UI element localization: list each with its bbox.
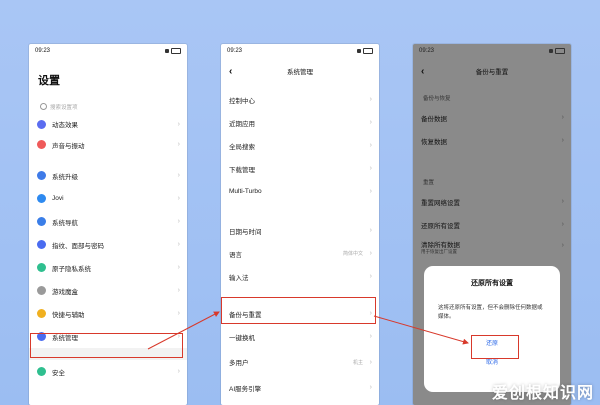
chevron-right-icon: › (369, 358, 372, 366)
dialog-message: 这将还原所有设置，但不会删除任何数据或媒体。 (438, 305, 543, 320)
chevron-right-icon: › (369, 188, 372, 195)
menu-item-recent-apps[interactable]: 近期应用 › (221, 111, 379, 134)
menu-item-phone-clone[interactable]: 一键换机 › (221, 325, 379, 348)
chevron-right-icon: › (177, 172, 180, 179)
system-management-screen: 09:23 ‹ 系统管理 控制中心 › 近期应用 › 全局搜索 › 下载管理 › Mul… (221, 44, 379, 405)
chevron-right-icon: › (177, 287, 180, 294)
language-value: 简体中文 (342, 251, 363, 257)
battery-icon (555, 48, 565, 54)
status-time: 09:23 (419, 48, 435, 54)
restore-settings-dialog: 还原所有设置 这将还原所有设置，但不会删除任何数据或媒体。 还原 取消 (424, 266, 560, 392)
menu-item-input-method[interactable]: 输入法 › (221, 265, 379, 288)
battery-icon (171, 48, 181, 54)
status-time: 09:23 (35, 48, 51, 54)
game-icon (37, 286, 46, 295)
menu-item-multi-turbo[interactable]: Multi-Turbo › (221, 180, 379, 203)
status-bar: 09:23 (221, 44, 379, 58)
clear-data-hint: 用于恢复出厂设置 (421, 249, 457, 254)
search-icon (40, 103, 47, 110)
highlight-backup-reset (221, 297, 376, 324)
menu-item-ai-engine[interactable]: AI服务引擎 › (221, 376, 379, 399)
section-reset: 重置 (423, 180, 435, 186)
section-backup-restore: 备份与恢复 (423, 96, 451, 102)
chevron-right-icon: › (369, 273, 372, 280)
chevron-right-icon: › (177, 120, 180, 128)
menu-item-backup-data[interactable]: 备份数据 › (413, 106, 571, 129)
security-icon (37, 367, 46, 376)
status-time: 09:23 (227, 48, 243, 54)
jovi-icon (37, 194, 46, 203)
watermark: 爱创根知识网 (491, 385, 594, 402)
menu-item-global-search[interactable]: 全局搜索 › (221, 134, 379, 157)
chevron-right-icon: › (561, 198, 564, 205)
multi-user-value: 机主 (352, 359, 363, 366)
signal-icon (357, 49, 361, 53)
chevron-right-icon: › (369, 142, 372, 149)
chevron-right-icon: › (369, 96, 372, 103)
fingerprint-icon (37, 240, 46, 249)
chevron-right-icon: › (177, 141, 180, 148)
chevron-right-icon: › (561, 221, 564, 228)
chevron-right-icon: › (177, 310, 180, 317)
back-arrow-icon[interactable]: ‹ (421, 66, 424, 77)
shortcut-icon (37, 309, 46, 318)
menu-item-multi-user[interactable]: 多用户 机主 › (221, 348, 379, 376)
motion-icon (37, 119, 46, 129)
signal-icon (549, 49, 553, 53)
search-input[interactable]: 搜索设置项 (37, 100, 179, 113)
menu-item-date-time[interactable]: 日期与时间 › (221, 219, 379, 242)
menu-item-restore-all-settings[interactable]: 还原所有设置 › (413, 213, 571, 236)
page-title: 设置 (38, 75, 60, 87)
settings-item-upgrade[interactable]: 系统升级 › (29, 164, 187, 187)
chevron-right-icon: › (177, 368, 180, 375)
dialog-title: 还原所有设置 (471, 280, 513, 287)
settings-item-privacy[interactable]: 原子隐私系统 › (29, 256, 187, 279)
page-title: 备份与重置 (475, 69, 509, 76)
chevron-right-icon: › (177, 218, 180, 225)
chevron-right-icon: › (369, 333, 372, 340)
chevron-right-icon: › (561, 114, 564, 121)
chevron-right-icon: › (177, 195, 180, 202)
chevron-right-icon: › (369, 250, 372, 257)
battery-icon (363, 48, 373, 54)
nav-bar: ‹ 系统管理 (221, 58, 379, 84)
menu-item-restore-data[interactable]: 恢复数据 › (413, 129, 571, 152)
chevron-right-icon: › (177, 264, 180, 271)
chevron-right-icon: › (177, 241, 180, 248)
nav-bar: ‹ 备份与重置 (413, 58, 571, 84)
status-bar: 09:23 (29, 44, 187, 58)
settings-item-game[interactable]: 游戏魔盒 › (29, 279, 187, 302)
settings-item-security[interactable]: 安全 › (29, 360, 187, 383)
chevron-right-icon: › (369, 384, 372, 391)
navigation-icon (37, 217, 46, 226)
upgrade-icon (37, 171, 46, 180)
settings-item-motion[interactable]: 动态效果 › (29, 115, 187, 133)
page-title: 系统管理 (287, 69, 313, 76)
privacy-icon (37, 263, 46, 272)
menu-item-download-manager[interactable]: 下载管理 › (221, 157, 379, 180)
menu-item-reset-network[interactable]: 重置网络设置 › (413, 190, 571, 213)
chevron-right-icon: › (369, 165, 372, 172)
menu-item-control-center[interactable]: 控制中心 › (221, 88, 379, 111)
signal-icon (165, 49, 169, 53)
settings-item-navigation[interactable]: 系统导航 › (29, 210, 187, 233)
sound-icon (37, 140, 46, 149)
back-arrow-icon[interactable]: ‹ (229, 66, 232, 77)
chevron-right-icon: › (561, 137, 564, 144)
status-bar: 09:23 (413, 44, 571, 58)
menu-item-language[interactable]: 语言 简体中文 › (221, 242, 379, 265)
menu-item-clear-all-data[interactable]: 清除所有数据 用于恢复出厂设置 › (413, 236, 571, 258)
settings-item-fingerprint[interactable]: 指纹、面部与密码 › (29, 233, 187, 256)
highlight-restore-button (471, 335, 519, 359)
chevron-right-icon: › (561, 242, 564, 249)
settings-item-sound[interactable]: 声音与振动 › (29, 133, 187, 156)
highlight-system-management (30, 333, 183, 358)
chevron-right-icon: › (369, 227, 372, 234)
chevron-right-icon: › (369, 119, 372, 126)
settings-item-jovi[interactable]: Jovi › (29, 187, 187, 210)
settings-item-shortcut[interactable]: 快捷与辅助 › (29, 302, 187, 325)
